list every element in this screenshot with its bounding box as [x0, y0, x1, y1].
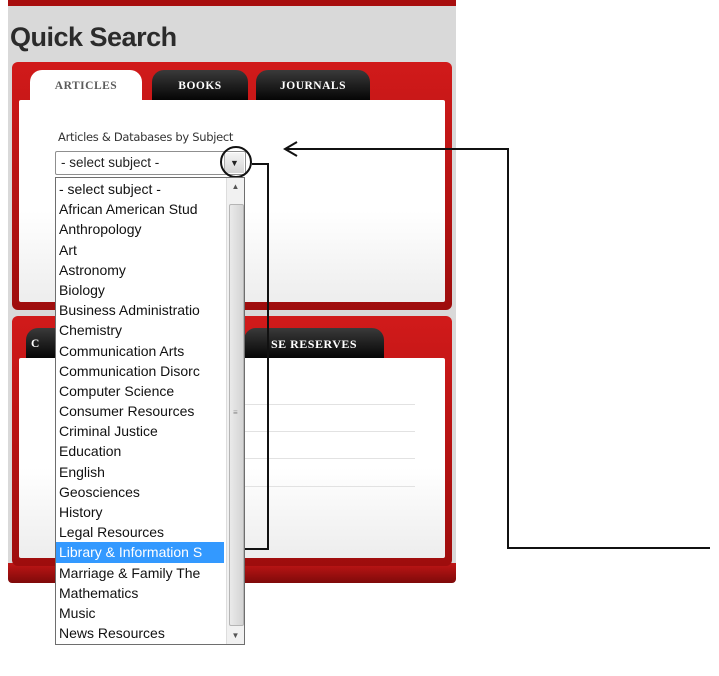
- annotation-arrow-line: [286, 148, 710, 549]
- annotation-bracket: [245, 163, 269, 550]
- annotation-overlay: [245, 141, 710, 550]
